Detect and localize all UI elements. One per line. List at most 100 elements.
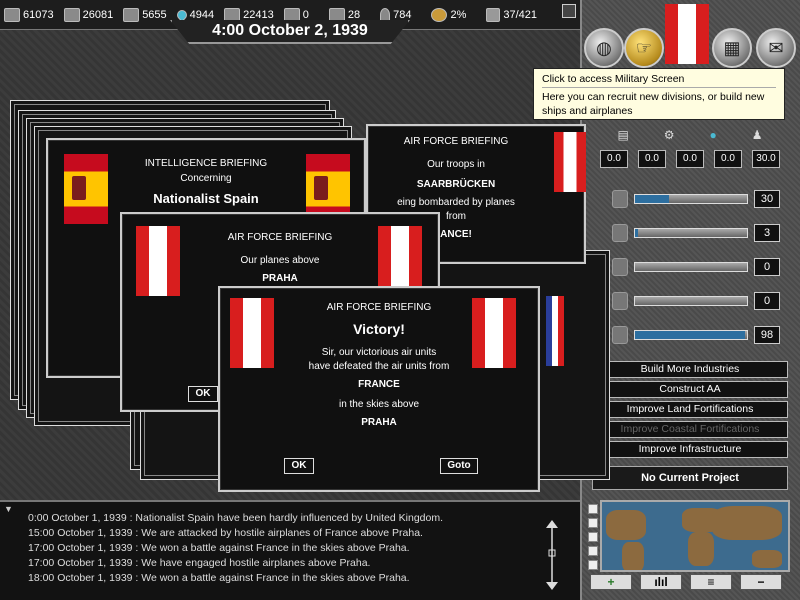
build-industries-button[interactable]: Build More Industries	[592, 361, 788, 378]
resource-transport: 0	[283, 7, 309, 22]
divisions-icon	[486, 7, 501, 22]
divisions-value: 37/421	[503, 8, 538, 21]
technology-button[interactable]: ✉	[756, 28, 796, 68]
ok-button[interactable]: OK	[188, 386, 218, 402]
briefing-header: INTELLIGENCE BRIEFING	[144, 158, 268, 169]
slider-value: 30	[754, 190, 780, 208]
slider-track[interactable]	[634, 228, 748, 238]
resource-metal: 26081	[63, 7, 114, 22]
briefing-location: PRAHA	[262, 273, 298, 284]
map-filter-toggle[interactable]	[588, 518, 598, 528]
minimize-topbar-button[interactable]	[562, 4, 576, 18]
map-mode-button[interactable]: ılıl	[640, 574, 682, 590]
map-filter-toggle[interactable]	[588, 504, 598, 514]
metal-value: 26081	[82, 8, 114, 21]
oil-icon	[174, 7, 189, 22]
slider-track[interactable]	[634, 194, 748, 204]
country-flag[interactable]	[665, 4, 709, 64]
slider-row-supplies: 0	[612, 256, 780, 278]
stat-box: 0.0	[638, 150, 666, 168]
zoom-in-button[interactable]: +	[590, 574, 632, 590]
land-fortifications-button[interactable]: Improve Land Fortifications	[592, 401, 788, 418]
production-button[interactable]: ▦	[712, 28, 752, 68]
slider-fill	[635, 195, 669, 203]
dissent-icon	[431, 7, 448, 22]
stat-boxes: 0.0 0.0 0.0 0.0 30.0	[600, 150, 780, 168]
resource-dissent: 2%	[431, 7, 466, 22]
landmass	[688, 532, 714, 566]
map-filter-toggle[interactable]	[588, 546, 598, 556]
resource-rare: 5655	[123, 7, 167, 22]
landmass	[752, 550, 782, 568]
rare-value: 5655	[142, 8, 167, 21]
pointer-icon: ☞	[635, 37, 653, 58]
collapse-log-icon[interactable]: ▼	[4, 504, 13, 514]
energy-value: 61073	[23, 8, 54, 21]
infrastructure-button[interactable]: Improve Infrastructure	[592, 441, 788, 458]
manpower-icon	[380, 7, 391, 22]
victory-briefing-window: AIR FORCE BRIEFING Victory! Sir, our vic…	[218, 286, 540, 492]
resource-oil: 4944	[174, 7, 215, 22]
slider-value: 98	[754, 326, 780, 344]
supplies-slider-icon	[612, 258, 628, 276]
victory-title: Victory!	[353, 321, 405, 337]
stat-box: 30.0	[752, 150, 780, 168]
construct-aa-button[interactable]: Construct AA	[592, 381, 788, 398]
slider-row-production: 98	[612, 324, 780, 346]
briefing-line: Concerning	[180, 173, 232, 184]
briefing-location: PRAHA	[361, 417, 397, 428]
goto-button[interactable]: Goto	[440, 458, 478, 474]
ledger-button[interactable]: ≡	[690, 574, 732, 590]
diplomacy-button[interactable]: ◍	[584, 28, 624, 68]
resource-money: 28	[328, 7, 361, 22]
oil-drop-icon: ●	[709, 128, 717, 142]
resource-manpower: 784	[380, 7, 412, 22]
slider-track[interactable]	[634, 296, 748, 306]
map-filter-toggle[interactable]	[588, 532, 598, 542]
oil-value: 4944	[189, 8, 215, 21]
slider-value: 0	[754, 258, 780, 276]
coastal-fortifications-button: Improve Coastal Fortifications	[592, 421, 788, 438]
slider-fill	[635, 331, 745, 339]
log-line: 15:00 October 1, 1939 : We are attacked …	[28, 527, 423, 539]
slider-fill	[635, 229, 639, 237]
metal-icon	[63, 7, 80, 22]
slider-track[interactable]	[634, 330, 748, 340]
slider-row-reinforcement: 3	[612, 222, 780, 244]
minimap[interactable]	[600, 500, 790, 572]
manpower-value: 784	[393, 8, 412, 21]
rare-materials-icon	[123, 7, 140, 22]
slider-row-upgrades: 30	[612, 188, 780, 210]
briefing-header: AIR FORCE BRIEFING	[403, 136, 509, 147]
briefing-line: in the skies above	[338, 399, 420, 410]
landmass	[712, 506, 782, 540]
soldier-icon: ♟	[751, 128, 763, 142]
transport-icon	[283, 7, 300, 22]
zoom-out-button[interactable]: −	[740, 574, 782, 590]
resource-energy: 61073	[4, 7, 54, 22]
gear-icon: ⚙	[663, 128, 675, 142]
log-line: 18:00 October 1, 1939 : We won a battle …	[28, 572, 410, 584]
france-flag	[546, 296, 564, 366]
resource-divisions: 37/421	[486, 7, 538, 22]
briefing-line: Our planes above	[240, 255, 320, 266]
ok-button[interactable]: OK	[284, 458, 314, 474]
resource-supplies: 22413	[224, 7, 274, 22]
landmass	[622, 542, 644, 570]
slider-value: 0	[754, 292, 780, 310]
ic-icon: ▤	[617, 128, 629, 142]
stat-box: 0.0	[600, 150, 628, 168]
stat-icons: ▤ ⚙ ● ♟	[600, 128, 780, 142]
briefing-country: FRANCE	[358, 379, 400, 390]
military-screen-button[interactable]: ☞	[624, 28, 664, 68]
log-line: 17:00 October 1, 1939 : We won a battle …	[28, 542, 410, 554]
briefing-line: Our troops in	[427, 159, 485, 170]
briefing-line: Sir, our victorious air units	[321, 347, 437, 358]
slider-value: 3	[754, 224, 780, 242]
slider-track[interactable]	[634, 262, 748, 272]
log-scroll-icon[interactable]	[544, 520, 560, 590]
map-filter-toggle[interactable]	[588, 560, 598, 570]
tooltip: Click to access Military Screen Here you…	[533, 68, 785, 120]
landmass	[606, 510, 646, 540]
money-value: 28	[347, 8, 361, 21]
